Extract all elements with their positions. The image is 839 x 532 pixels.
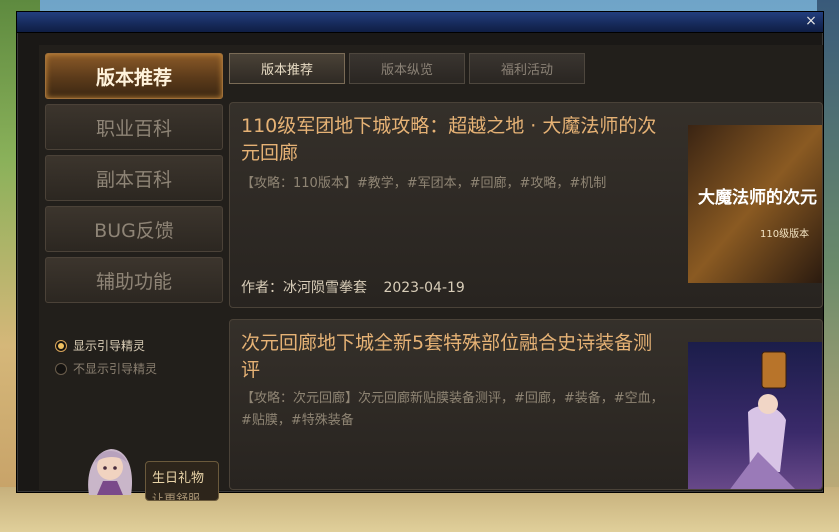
sidebar-item-class-wiki[interactable]: 职业百科 xyxy=(45,104,223,150)
gift-label: 生日礼物 xyxy=(152,471,205,486)
guide-mascot-image xyxy=(88,449,133,495)
show-guide-sprite-option[interactable]: 显示引导精灵 xyxy=(55,337,157,354)
tab-bar: 版本推荐 版本纵览 福利活动 xyxy=(229,53,585,84)
article-title[interactable]: 次元回廊地下城全新5套特殊部位融合史诗装备测评 xyxy=(241,330,671,384)
article-tags: 【攻略：次元回廊】次元回廊新贴膜装备测评，#回廊，#装备，#空血，#贴膜，#特殊… xyxy=(241,391,664,428)
birthday-gift-button[interactable]: 生日礼物 让更舒服 xyxy=(145,461,219,501)
article-card[interactable]: 110级军团地下城攻略：超越之地 · 大魔法师的次元回廊 【攻略：110版本】#… xyxy=(229,102,823,308)
tab-label: 版本纵览 xyxy=(380,63,433,78)
hide-guide-sprite-option[interactable]: 不显示引导精灵 xyxy=(55,360,157,377)
article-date: 2023-04-19 xyxy=(383,280,465,296)
radio-selected-icon[interactable] xyxy=(55,339,67,352)
guide-sprite-options: 显示引导精灵 不显示引导精灵 xyxy=(55,337,157,383)
sidebar-item-label: 辅助功能 xyxy=(95,270,172,293)
article-thumbnail[interactable] xyxy=(688,342,822,490)
window-title-bar[interactable]: × xyxy=(17,12,823,33)
radio-label: 显示引导精灵 xyxy=(73,339,146,353)
sidebar-item-version-recommend[interactable]: 版本推荐 xyxy=(45,53,223,99)
thumbnail-subtitle: 110级版本 xyxy=(760,227,809,240)
sidebar-item-bug-report[interactable]: BUG反馈 xyxy=(45,206,223,252)
gift-sub-label: 让更舒服 xyxy=(152,492,201,501)
sidebar-item-dungeon-wiki[interactable]: 副本百科 xyxy=(45,155,223,201)
radio-unselected-icon[interactable] xyxy=(55,362,67,375)
tab-label: 版本推荐 xyxy=(260,63,313,78)
sidebar-item-assist-functions[interactable]: 辅助功能 xyxy=(45,257,223,303)
tab-label: 福利活动 xyxy=(500,63,553,78)
radio-label: 不显示引导精灵 xyxy=(73,362,158,376)
article-tags: 【攻略：110版本】#教学，#军团本，#回廊，#攻略，#机制 xyxy=(241,176,607,191)
sidebar-item-label: BUG反馈 xyxy=(94,219,174,242)
sidebar: 版本推荐 职业百科 副本百科 BUG反馈 辅助功能 xyxy=(45,53,225,308)
close-button[interactable]: × xyxy=(803,13,819,29)
sidebar-item-label: 版本推荐 xyxy=(95,66,172,89)
article-card[interactable]: 次元回廊地下城全新5套特殊部位融合史诗装备测评 【攻略：次元回廊】次元回廊新贴膜… xyxy=(229,319,823,490)
thumbnail-title: 大魔法师的次元 xyxy=(698,187,817,208)
article-title[interactable]: 110级军团地下城攻略：超越之地 · 大魔法师的次元回廊 xyxy=(241,113,671,167)
tab-version-overview[interactable]: 版本纵览 xyxy=(349,53,465,84)
article-author: 作者：冰河陨雪拳套 xyxy=(241,280,367,296)
content-panel: 版本推荐 职业百科 副本百科 BUG反馈 辅助功能 显示引导精灵 不显示引导精灵… xyxy=(39,45,823,501)
article-meta: 作者：冰河陨雪拳套 2023-04-19 xyxy=(241,277,465,297)
article-thumbnail[interactable]: 大魔法师的次元 110级版本 xyxy=(688,125,822,283)
sidebar-item-label: 副本百科 xyxy=(95,168,172,191)
close-icon: × xyxy=(805,13,817,29)
sidebar-item-label: 职业百科 xyxy=(95,117,172,140)
tab-welfare-events[interactable]: 福利活动 xyxy=(469,53,585,84)
tab-version-recommend[interactable]: 版本推荐 xyxy=(229,53,345,84)
guide-window: × 版本推荐 职业百科 副本百科 BUG反馈 辅助功能 显示引导精灵 不显示引导… xyxy=(16,11,824,501)
